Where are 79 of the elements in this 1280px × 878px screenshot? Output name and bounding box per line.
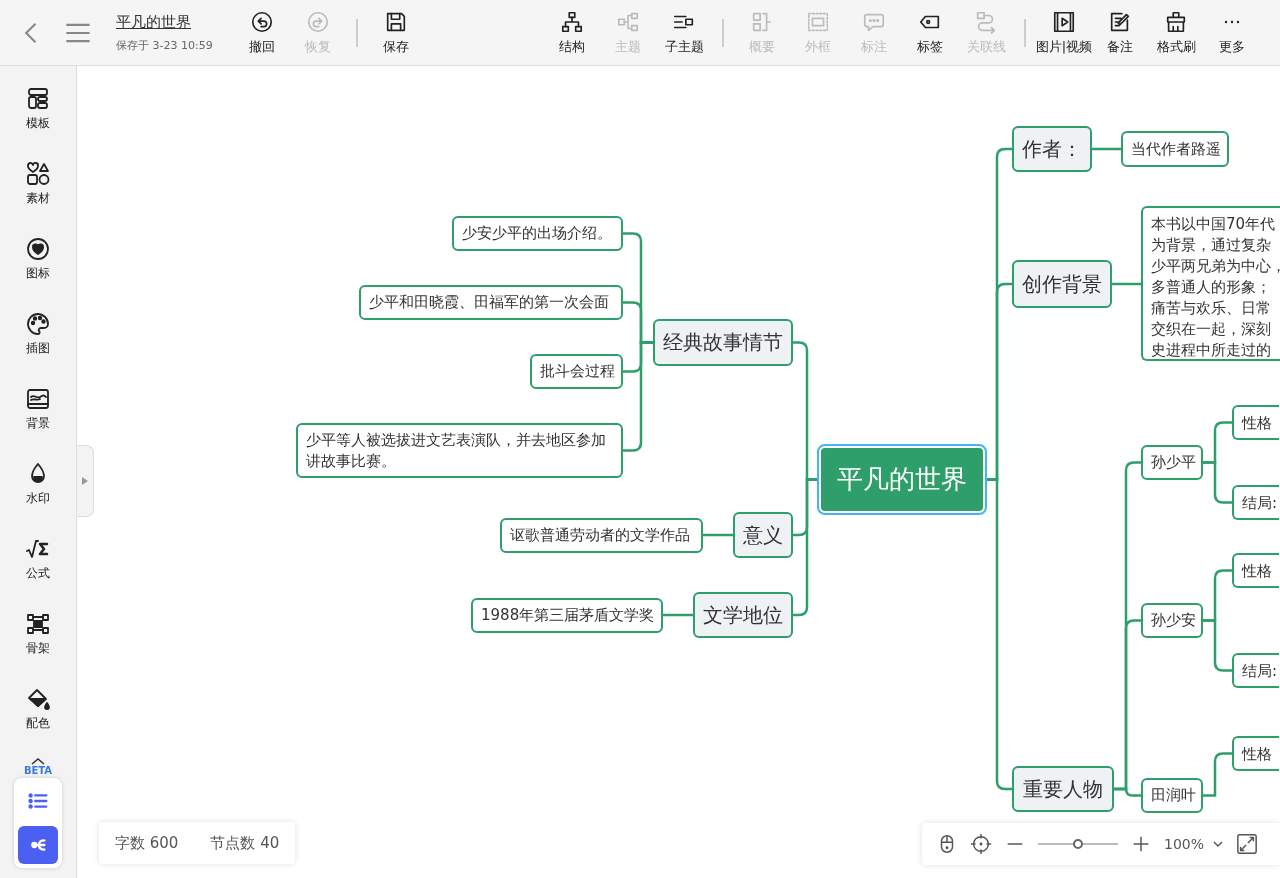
subtopic[interactable]: 孙少平 (1141, 445, 1203, 480)
subtopic[interactable]: 性格 (1232, 405, 1279, 440)
text-line: 为背景，通过复杂 (1151, 235, 1271, 256)
template-icon (25, 86, 51, 112)
toolbar-button[interactable]: 子主题 (656, 9, 712, 56)
main-topic[interactable]: 创作背景 (1012, 260, 1112, 308)
text-line: 痛苦与欢乐、日常 (1151, 298, 1271, 319)
main-topic[interactable]: 作者： (1012, 126, 1092, 172)
toolbar-button[interactable]: 格式刷 (1148, 9, 1204, 56)
branch-line (1203, 619, 1232, 672)
locate-icon[interactable] (970, 833, 992, 855)
subtopic[interactable]: 田润叶 (1141, 778, 1203, 813)
caret-icon[interactable] (30, 757, 46, 765)
skeleton-icon (25, 611, 51, 637)
toolbar-button[interactable]: 更多 (1204, 9, 1260, 56)
sidebar-item[interactable]: 图标 (8, 236, 68, 311)
beta-label: BETA (23, 765, 53, 776)
toolbar-button[interactable]: 标签 (902, 9, 958, 56)
sidebar-item[interactable]: 模板 (8, 86, 68, 161)
branch-line (1203, 752, 1232, 797)
shapes-icon (25, 161, 51, 187)
main-topic[interactable]: 意义 (733, 512, 793, 558)
text-line: 交织在一起，深刻 (1151, 319, 1271, 340)
subtopic[interactable]: 结局: (1232, 653, 1279, 688)
branch-line (1092, 147, 1121, 151)
save-status: 保存于 3-23 10:59 (116, 37, 214, 53)
sidebar-item[interactable]: 水印 (8, 461, 68, 536)
text-line: 少平两兄弟为中心， (1151, 256, 1280, 277)
sidebar-item[interactable]: 公式 (8, 536, 68, 611)
more-icon (1224, 19, 1240, 24)
text-card[interactable]: 本书以中国70年代 为背景，通过复杂 少平两兄弟为中心， 多普通人的形象； 痛苦与欢乐、日常 交织在一起，深刻 史进程中所走过的 (1141, 206, 1280, 361)
subtopic[interactable]: 当代作者路遥 (1121, 131, 1229, 167)
paint-bucket-icon (25, 686, 51, 712)
sidebar-item[interactable]: 插图 (8, 311, 68, 386)
main-topic[interactable]: 经典故事情节 (653, 319, 793, 366)
subtopic[interactable]: 少安少平的出场介绍。 (452, 216, 623, 251)
subtopic[interactable]: 讴歌普通劳动者的文学作品 (500, 518, 703, 553)
branch-line (1203, 461, 1232, 504)
subtopic[interactable]: 少平等人被选拔进文艺表演队，并去地区参加讲故事比赛。 (296, 423, 623, 478)
text-line: 史进程中所走过的 (1151, 340, 1271, 361)
sidebar-item[interactable]: 素材 (8, 161, 68, 236)
sidebar-item[interactable]: 骨架 (8, 611, 68, 686)
text-line: 本书以中国70年代 (1151, 214, 1276, 235)
subtopic[interactable]: 结局: (1232, 485, 1279, 520)
sidebar-item[interactable]: 背景 (8, 386, 68, 461)
branch-line (703, 533, 733, 537)
main-topic[interactable]: 文学地位 (693, 592, 793, 638)
video-icon (1052, 9, 1076, 34)
subtopic[interactable]: 批斗会过程 (530, 354, 623, 389)
toolbar-button[interactable]: 备注 (1092, 9, 1148, 56)
toolbar-button[interactable]: 撤回 (234, 9, 290, 56)
toolbar-button[interactable]: 保存 (368, 9, 424, 56)
subtopic[interactable]: 1988年第三届茅盾文学奖 (471, 598, 663, 633)
undo-icon (250, 9, 274, 34)
branch-line (663, 613, 693, 617)
redo-icon (306, 9, 330, 34)
fullscreen-icon[interactable] (1236, 833, 1259, 855)
branch-line (1112, 282, 1141, 286)
zoom-dropdown[interactable]: 100% (1164, 836, 1225, 852)
sidebar-item[interactable]: 配色 (8, 686, 68, 761)
relation-line-icon (974, 9, 998, 34)
view-button[interactable] (18, 826, 58, 864)
subtopic[interactable]: 性格 (1232, 553, 1279, 588)
subtopic[interactable]: 孙少安 (1141, 603, 1203, 638)
landscape-card-icon (25, 386, 51, 412)
subtopic[interactable]: 少平和田晓霞、田福军的第一次会面 (359, 285, 623, 320)
brush-icon (1164, 9, 1188, 34)
stat-text: 字数 600 (115, 833, 179, 853)
main-topic[interactable]: 重要人物 (1012, 766, 1114, 812)
slider-thumb[interactable] (1073, 839, 1083, 849)
hierarchy-icon (560, 9, 584, 34)
subtopic[interactable]: 性格 (1232, 736, 1279, 771)
text-line: 多普通人的形象； (1151, 277, 1271, 298)
palette-icon (25, 311, 51, 337)
toolbar-button[interactable]: 结构 (544, 9, 600, 56)
document-title[interactable]: 平凡的世界 (116, 12, 228, 32)
toolbar-button[interactable]: 图片|视频 (1036, 9, 1092, 56)
stat-text: 节点数 40 (210, 833, 280, 853)
collapse-handle[interactable] (77, 445, 94, 517)
